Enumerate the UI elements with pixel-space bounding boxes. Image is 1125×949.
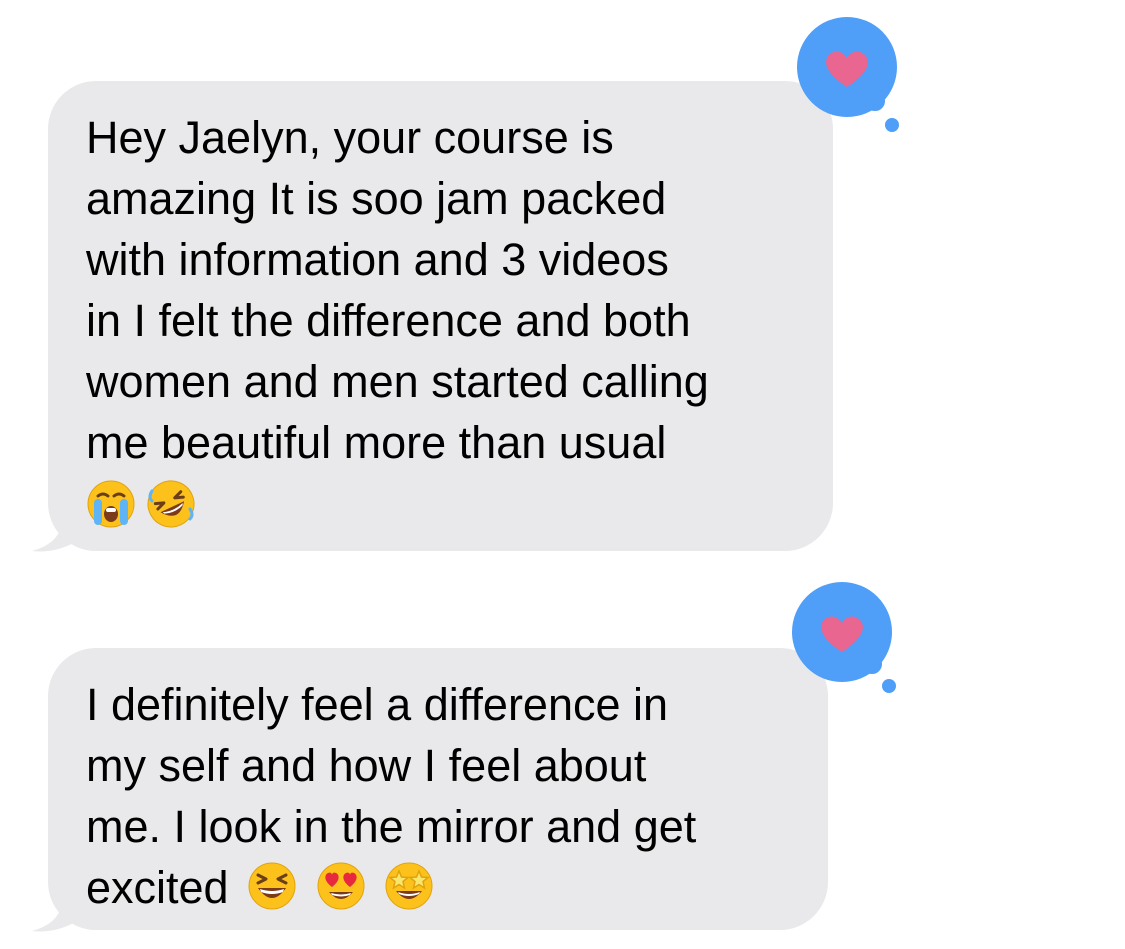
star-struck-face-icon bbox=[385, 862, 433, 910]
message-2-line-3: me. I look in the mirror and get bbox=[86, 801, 697, 852]
message-2-line-4-text: excited bbox=[86, 862, 229, 913]
message-1-line-4: in I felt the difference and both bbox=[86, 295, 691, 346]
crying-face-icon bbox=[87, 480, 135, 527]
message-2-line-2: my self and how I feel about bbox=[86, 740, 647, 791]
message-1-line-1: Hey Jaelyn, your course is bbox=[86, 112, 614, 163]
message-bubble-1[interactable]: Hey Jaelyn, your course is amazing It is… bbox=[48, 81, 833, 551]
message-1-emoji-row bbox=[86, 473, 803, 534]
message-1-line-5: women and men started calling bbox=[86, 356, 709, 407]
heart-reaction-icon-1[interactable] bbox=[795, 15, 915, 135]
heart-reaction-icon-2[interactable] bbox=[790, 580, 910, 700]
message-1-line-6: me beautiful more than usual bbox=[86, 417, 667, 468]
message-2-tail bbox=[32, 880, 82, 932]
message-1-line-2: amazing It is soo jam packed bbox=[86, 173, 667, 224]
heart-eyes-face-icon bbox=[317, 862, 365, 910]
message-2-line-1: I definitely feel a difference in bbox=[86, 679, 669, 730]
message-1-tail bbox=[32, 500, 82, 552]
message-2-line-4: excited bbox=[86, 857, 798, 918]
message-1-line-3: with information and 3 videos bbox=[86, 234, 669, 285]
rolling-on-floor-laughing-icon bbox=[147, 480, 195, 527]
message-bubble-2[interactable]: I definitely feel a difference in my sel… bbox=[48, 648, 828, 930]
grinning-squinting-face-icon bbox=[248, 862, 296, 910]
